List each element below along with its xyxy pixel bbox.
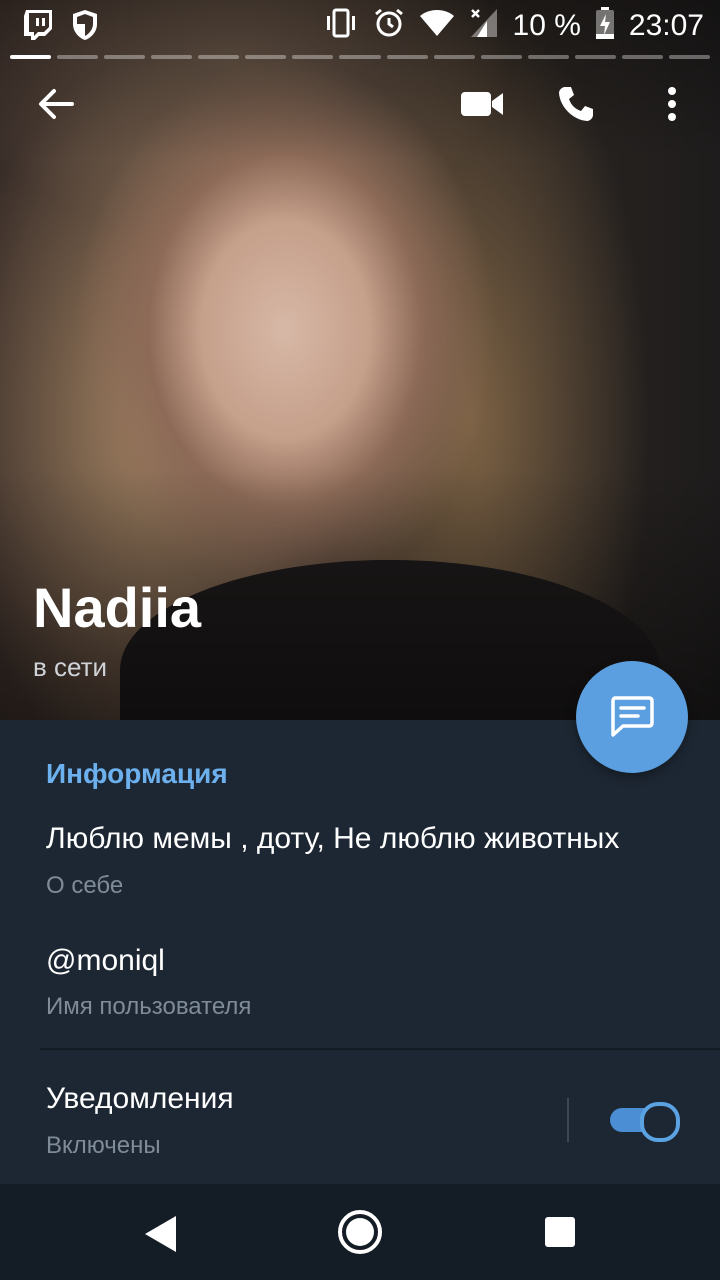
progress-segment	[198, 55, 240, 59]
progress-segment	[668, 55, 710, 59]
wifi-icon	[419, 8, 455, 43]
nav-home-icon	[338, 1210, 382, 1254]
toggle-knob	[640, 1102, 680, 1142]
progress-segment	[104, 55, 146, 59]
progress-segment	[10, 55, 52, 59]
battery-percent: 10 %	[512, 8, 581, 42]
progress-segment	[621, 55, 663, 59]
clock: 23:07	[628, 8, 704, 42]
bio-label: О себе	[46, 872, 124, 899]
back-arrow-icon	[39, 89, 74, 119]
section-divider	[40, 1048, 720, 1050]
progress-segment	[433, 55, 475, 59]
progress-segment	[480, 55, 522, 59]
progress-segment	[574, 55, 616, 59]
alarm-icon	[373, 7, 405, 44]
top-bar	[0, 72, 720, 138]
progress-segment	[386, 55, 428, 59]
progress-segment	[527, 55, 569, 59]
send-message-button[interactable]	[576, 661, 688, 773]
notifications-title[interactable]: Уведомления	[46, 1082, 234, 1116]
progress-segment	[151, 55, 193, 59]
progress-segment	[245, 55, 287, 59]
more-options-button[interactable]	[640, 72, 704, 136]
progress-segment	[292, 55, 334, 59]
video-call-icon	[461, 92, 503, 116]
notifications-status: Включены	[46, 1132, 161, 1159]
video-call-button[interactable]	[450, 72, 514, 136]
nav-back-icon	[145, 1216, 176, 1252]
toggle-separator	[567, 1098, 569, 1142]
shield-icon	[70, 8, 100, 47]
phone-call-button[interactable]	[544, 72, 608, 136]
username-label: Имя пользователя	[46, 993, 252, 1020]
nav-recents-button[interactable]	[530, 1202, 590, 1262]
status-bar: 10 % 23:07	[0, 0, 720, 50]
online-status: в сети	[33, 652, 108, 682]
progress-segment	[339, 55, 381, 59]
vibrate-icon	[323, 8, 359, 43]
bio-value[interactable]: Люблю мемы , доту, Не люблю животных	[46, 822, 619, 856]
notifications-toggle[interactable]	[608, 1102, 680, 1142]
nav-back-button[interactable]	[130, 1204, 190, 1264]
signal-icon	[469, 7, 499, 44]
message-icon	[611, 696, 654, 737]
info-section-title: Информация	[46, 758, 228, 789]
username-value[interactable]: @moniql	[46, 944, 165, 978]
system-nav-bar	[0, 1184, 720, 1280]
phone-icon	[559, 87, 593, 121]
battery-charging-icon	[595, 6, 615, 45]
twitch-icon	[22, 8, 54, 47]
progress-segment	[57, 55, 99, 59]
back-button[interactable]	[24, 72, 88, 136]
more-vert-icon	[668, 87, 676, 121]
nav-recents-icon	[545, 1217, 575, 1247]
nav-home-button[interactable]	[330, 1202, 390, 1262]
photo-progress	[10, 55, 710, 59]
profile-name: Nadiia	[33, 576, 202, 639]
